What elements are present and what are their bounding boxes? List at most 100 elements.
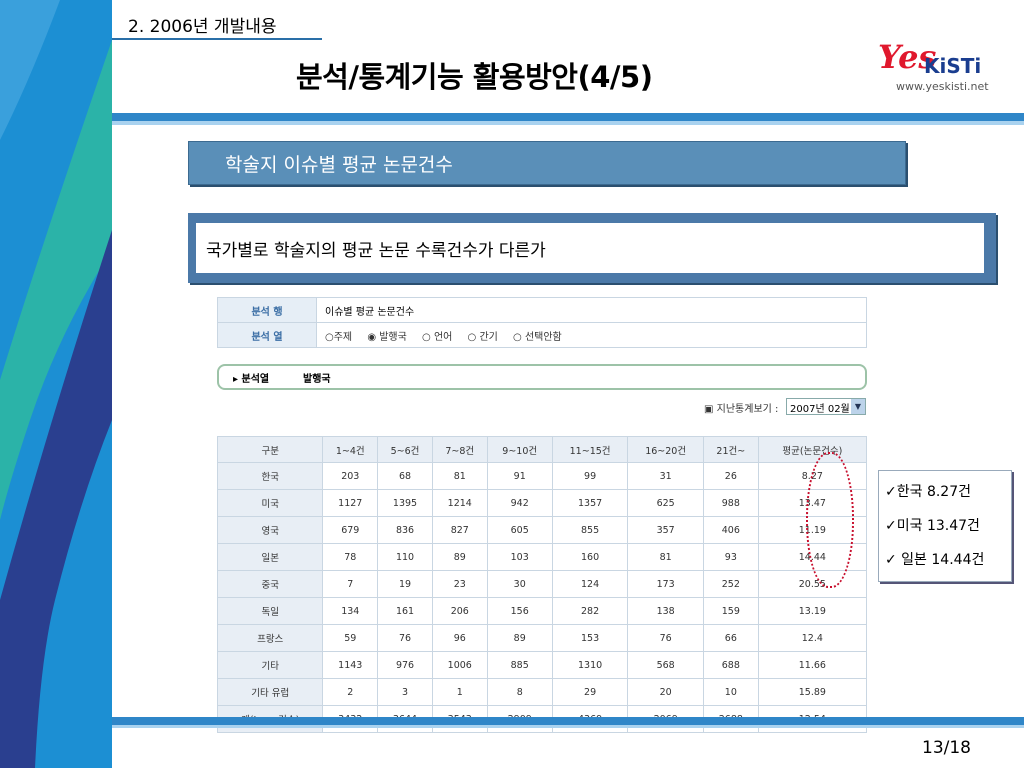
top-band <box>112 113 1024 121</box>
table-cell: 160 <box>551 543 629 571</box>
chevron-down-icon[interactable]: ▼ <box>851 399 865 414</box>
column-header: 1~4건 <box>322 436 379 463</box>
table-cell: 153 <box>551 624 629 652</box>
stats-panel: 분석 행 이슈별 평균 논문건수 분석 열 ○주제 ◉ 발행국 ○ 언어 ○ 간… <box>210 292 874 733</box>
table-row: 일본 78 110 89 103 160 81 93 14.44 <box>216 543 868 571</box>
table-cell: 1127 <box>322 489 379 517</box>
column-header: 9~10건 <box>486 436 553 463</box>
table-cell: 11.66 <box>757 651 868 679</box>
table-cell: 282 <box>551 597 629 625</box>
table-cell: 1006 <box>431 651 488 679</box>
table-cell: 103 <box>486 543 553 571</box>
table-cell: 134 <box>322 597 379 625</box>
table-cell: 7 <box>322 570 379 598</box>
table-cell: 20 <box>627 678 704 706</box>
period-select[interactable]: 2007년 02월 ▼ <box>786 398 866 415</box>
logo-url: www.yeskisti.net <box>896 80 989 93</box>
table-cell: 96 <box>431 624 488 652</box>
table-cell: 81 <box>431 462 488 490</box>
col-label: 분석 열 <box>217 322 317 348</box>
table-row: 프랑스 59 76 96 89 153 76 66 12.4 <box>216 624 868 652</box>
table-cell: 110 <box>377 543 433 571</box>
table-cell: 161 <box>377 597 433 625</box>
kisti-logo: Yes KiSTi www.yeskisti.net <box>878 38 998 96</box>
radio-country[interactable]: ◉ 발행국 <box>367 332 407 343</box>
table-cell: 8 <box>486 678 553 706</box>
col-options: ○주제 ◉ 발행국 ○ 언어 ○ 간기 ○ 선택안함 <box>316 322 867 348</box>
table-cell: 406 <box>702 516 759 544</box>
topic-header-text: 학술지 이슈별 평균 논문건수 <box>225 154 453 176</box>
table-cell: 1 <box>431 678 488 706</box>
table-cell: 2 <box>322 678 379 706</box>
row-header-cell: 기타 <box>216 651 324 679</box>
table-cell: 357 <box>627 516 704 544</box>
table-cell: 1310 <box>551 651 629 679</box>
bottom-band <box>112 717 1024 725</box>
table-cell: 66 <box>702 624 759 652</box>
table-cell: 89 <box>486 624 553 652</box>
table-cell: 76 <box>377 624 433 652</box>
table-cell: 29 <box>551 678 629 706</box>
question-text: 국가별로 학술지의 평균 논문 수록건수가 다른가 <box>206 241 546 261</box>
table-row: 기타 1143 976 1006 885 1310 568 688 11.66 <box>216 651 868 679</box>
table-cell: 688 <box>702 651 759 679</box>
top-band-light <box>112 121 1024 125</box>
table-cell: 59 <box>322 624 379 652</box>
table-cell: 76 <box>627 624 704 652</box>
table-cell: 68 <box>377 462 433 490</box>
table-cell: 206 <box>431 597 488 625</box>
row-header-cell: 중국 <box>216 570 324 598</box>
row-header-cell: 기타 유럽 <box>216 678 324 706</box>
column-header: 평균(논문건수) <box>757 436 868 463</box>
table-cell: 81 <box>627 543 704 571</box>
table-cell: 30 <box>486 570 553 598</box>
table-cell: 988 <box>702 489 759 517</box>
table-cell: 252 <box>702 570 759 598</box>
bottom-band-light <box>112 725 1024 728</box>
column-header: 11~15건 <box>551 436 629 463</box>
note-korea: ✓한국 8.27건 <box>885 484 971 500</box>
table-cell: 91 <box>486 462 553 490</box>
analysis-options: 분석 행 이슈별 평균 논문건수 분석 열 ○주제 ◉ 발행국 ○ 언어 ○ 간… <box>217 297 867 348</box>
table-row: 독일 134 161 206 156 282 138 159 13.19 <box>216 597 868 625</box>
analysis-column-value: 발행국 <box>303 374 331 385</box>
table-cell: 124 <box>551 570 629 598</box>
row-header-cell: 프랑스 <box>216 624 324 652</box>
summary-note: ✓한국 8.27건 ✓미국 13.47건 ✓ 일본 14.44건 <box>878 470 1012 582</box>
table-cell: 855 <box>551 516 629 544</box>
topic-header: 학술지 이슈별 평균 논문건수 <box>188 141 906 185</box>
column-header: 5~6건 <box>377 436 433 463</box>
table-cell: 99 <box>551 462 629 490</box>
period-select-value: 2007년 02월 <box>790 404 850 415</box>
table-cell: 203 <box>322 462 379 490</box>
table-cell: 15.89 <box>757 678 868 706</box>
slide-title: 분석/통계기능 활용방안(4/5) <box>296 60 653 94</box>
table-cell: 138 <box>627 597 704 625</box>
table-cell: 1214 <box>431 489 488 517</box>
table-cell: 89 <box>431 543 488 571</box>
table-cell: 568 <box>627 651 704 679</box>
radio-none[interactable]: ○ 선택안함 <box>513 332 562 343</box>
table-cell: 19 <box>377 570 433 598</box>
table-cell: 20.55 <box>757 570 868 598</box>
issue-average-table: 구분 1~4건 5~6건 7~8건 9~10건 11~15건 16~20건 21건~ 평균(논문… <box>216 436 868 733</box>
table-cell: 78 <box>322 543 379 571</box>
radio-language[interactable]: ○ 언어 <box>422 332 452 343</box>
row-label: 분석 행 <box>217 297 317 323</box>
table-cell: 942 <box>486 489 553 517</box>
row-header-cell: 독일 <box>216 597 324 625</box>
radio-subject[interactable]: ○주제 <box>325 332 352 343</box>
table-row: 영국 679 836 827 605 855 357 406 11.19 <box>216 516 868 544</box>
radio-frequency[interactable]: ○ 간기 <box>468 332 498 343</box>
table-cell: 23 <box>431 570 488 598</box>
row-header-cell: 미국 <box>216 489 324 517</box>
table-row: 미국 1127 1395 1214 942 1357 625 988 13.47 <box>216 489 868 517</box>
left-decoration <box>0 0 112 768</box>
table-cell: 625 <box>627 489 704 517</box>
question-box: 국가별로 학술지의 평균 논문 수록건수가 다른가 <box>188 213 996 283</box>
analysis-column-label: ▸ 분석열 <box>233 374 270 385</box>
table-cell: 827 <box>431 516 488 544</box>
section-label: 2. 2006년 개발내용 <box>128 17 277 37</box>
column-header: 21건~ <box>702 436 759 463</box>
row-value: 이슈별 평균 논문건수 <box>316 297 867 323</box>
